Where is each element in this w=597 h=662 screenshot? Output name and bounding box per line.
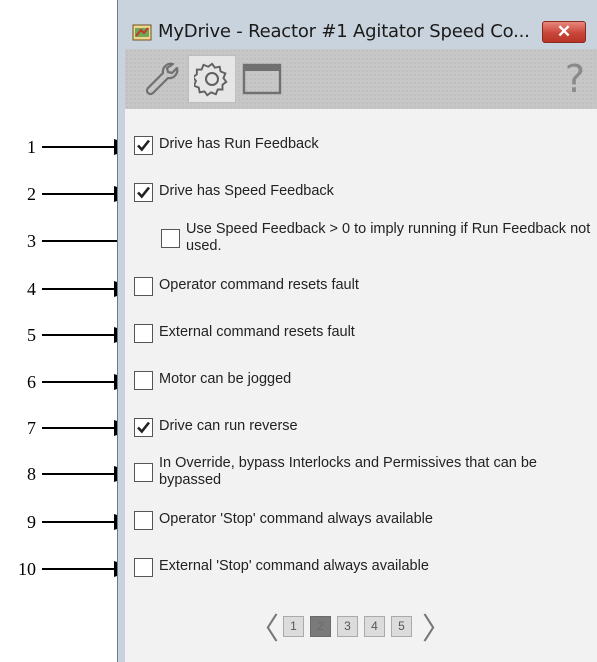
toolbar: ? bbox=[125, 49, 597, 109]
callout-line bbox=[42, 473, 116, 475]
callout-number: 8 bbox=[27, 464, 36, 484]
option-external-resets-fault[interactable]: External command resets fault bbox=[134, 324, 355, 343]
option-external-stop[interactable]: External 'Stop' command always available bbox=[134, 558, 429, 577]
callout-number: 6 bbox=[27, 372, 36, 392]
configuration-tab-button[interactable] bbox=[238, 55, 286, 103]
callout-number: 2 bbox=[27, 184, 36, 204]
option-run-reverse[interactable]: Drive can run reverse bbox=[134, 418, 298, 437]
checkbox[interactable] bbox=[134, 277, 153, 296]
engineering-tab-button[interactable] bbox=[188, 55, 236, 103]
callout-line bbox=[42, 146, 116, 148]
title-bar[interactable]: MyDrive - Reactor #1 Agitator Speed Co..… bbox=[124, 18, 597, 48]
app-icon bbox=[132, 22, 152, 42]
callout-number: 4 bbox=[27, 279, 36, 299]
callout-line bbox=[42, 193, 116, 195]
checkbox[interactable] bbox=[161, 229, 180, 248]
option-operator-resets-fault[interactable]: Operator command resets fault bbox=[134, 277, 359, 296]
callout-number: 1 bbox=[27, 137, 36, 157]
close-button[interactable]: ✕ bbox=[542, 21, 586, 43]
option-label: Drive can run reverse bbox=[159, 418, 298, 434]
checkbox[interactable] bbox=[134, 324, 153, 343]
option-run-feedback[interactable]: Drive has Run Feedback bbox=[134, 136, 319, 155]
callout-number: 10 bbox=[18, 559, 36, 579]
checkbox[interactable] bbox=[134, 418, 153, 437]
checkbox[interactable] bbox=[134, 511, 153, 530]
checkmark-icon bbox=[137, 186, 151, 199]
option-label: Motor can be jogged bbox=[159, 371, 292, 387]
option-label: External command resets fault bbox=[159, 324, 355, 340]
callout-number: 3 bbox=[27, 231, 36, 251]
window-icon bbox=[242, 63, 282, 95]
option-imply-running[interactable]: Use Speed Feedback > 0 to imply running … bbox=[161, 221, 596, 255]
window-title: MyDrive - Reactor #1 Agitator Speed Co..… bbox=[158, 21, 530, 42]
page-button-5[interactable]: 5 bbox=[391, 615, 412, 637]
option-speed-feedback[interactable]: Drive has Speed Feedback bbox=[134, 183, 334, 202]
callout-number: 9 bbox=[27, 512, 36, 532]
checkmark-icon bbox=[137, 139, 151, 152]
chevron-left-icon[interactable]: 〈 bbox=[249, 604, 279, 648]
page-button-2[interactable]: 2 bbox=[310, 615, 331, 637]
callout-number: 7 bbox=[27, 418, 36, 438]
option-label: External 'Stop' command always available bbox=[159, 558, 429, 574]
option-label: Use Speed Feedback > 0 to imply running … bbox=[186, 221, 591, 254]
callout-line bbox=[42, 334, 116, 336]
callout-line bbox=[42, 381, 116, 383]
option-motor-jogged[interactable]: Motor can be jogged bbox=[134, 371, 291, 390]
pagination: 〈 1 2 3 4 5 〉 bbox=[249, 604, 452, 648]
checkbox[interactable] bbox=[134, 463, 153, 482]
gear-icon bbox=[194, 62, 228, 97]
faceplate-window: MyDrive - Reactor #1 Agitator Speed Co..… bbox=[117, 0, 597, 662]
chevron-right-icon[interactable]: 〉 bbox=[422, 604, 452, 648]
help-icon[interactable]: ? bbox=[565, 55, 585, 103]
faceplate-body: ? Drive has Run Feedback Drive has Speed… bbox=[125, 49, 597, 662]
checkbox[interactable] bbox=[134, 183, 153, 202]
option-label: Drive has Speed Feedback bbox=[159, 183, 334, 199]
option-label: Operator 'Stop' command always available bbox=[159, 511, 433, 527]
wrench-icon bbox=[145, 62, 179, 96]
checkmark-icon bbox=[137, 421, 151, 434]
close-icon: ✕ bbox=[556, 22, 572, 41]
option-override-bypass[interactable]: In Override, bypass Interlocks and Permi… bbox=[134, 455, 579, 489]
callout-number: 5 bbox=[27, 325, 36, 345]
checkbox[interactable] bbox=[134, 371, 153, 390]
callout-line bbox=[42, 288, 116, 290]
option-label: Operator command resets fault bbox=[159, 277, 359, 293]
checkbox[interactable] bbox=[134, 558, 153, 577]
page-button-1[interactable]: 1 bbox=[283, 615, 304, 637]
option-label: Drive has Run Feedback bbox=[159, 136, 319, 152]
callout-line bbox=[42, 521, 116, 523]
maintenance-tab-button[interactable] bbox=[138, 55, 186, 103]
page-button-3[interactable]: 3 bbox=[337, 615, 358, 637]
option-label: In Override, bypass Interlocks and Permi… bbox=[159, 455, 537, 488]
callout-line bbox=[42, 568, 116, 570]
page-button-4[interactable]: 4 bbox=[364, 615, 385, 637]
checkbox[interactable] bbox=[134, 136, 153, 155]
callout-line bbox=[42, 427, 116, 429]
option-operator-stop[interactable]: Operator 'Stop' command always available bbox=[134, 511, 433, 530]
